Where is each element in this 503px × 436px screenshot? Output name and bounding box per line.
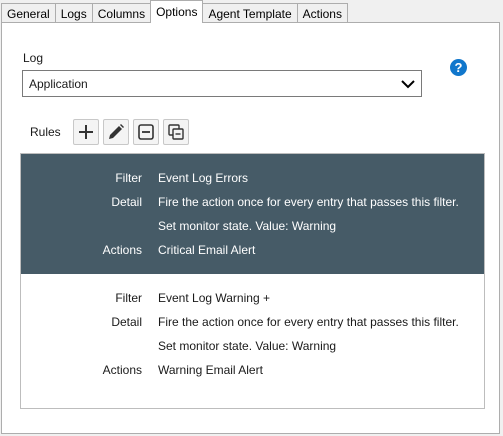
tab-columns[interactable]: Columns [91, 3, 152, 23]
tab-actions[interactable]: Actions [296, 3, 348, 23]
tab-general[interactable]: General [1, 3, 56, 23]
rule-detail-2: Set monitor state. Value: Warning [158, 219, 337, 233]
help-icon[interactable]: ? [450, 59, 467, 76]
rule-item[interactable]: Filter Event Log Warning + Detail Fire t… [21, 274, 484, 394]
rule-filter: Event Log Errors [158, 171, 249, 185]
minus-box-icon [137, 124, 154, 140]
rule-filter: Event Log Warning + [158, 291, 270, 305]
rules-list[interactable]: Filter Event Log Errors Detail Fire the … [20, 153, 485, 409]
log-label: Log [23, 51, 44, 65]
add-rule-button[interactable] [72, 119, 99, 145]
rule-item-selected[interactable]: Filter Event Log Errors Detail Fire the … [21, 154, 484, 274]
tab-strip: General Logs Columns Options Agent Templ… [1, 0, 348, 23]
rule-detail-2: Set monitor state. Value: Warning [158, 339, 337, 353]
copy-rule-button[interactable] [162, 119, 189, 145]
rules-label: Rules [30, 125, 61, 139]
tab-logs[interactable]: Logs [54, 3, 93, 23]
actions-label: Actions [102, 243, 142, 257]
filter-label: Filter [115, 171, 142, 185]
log-dropdown-value: Application [29, 77, 88, 91]
rules-toolbar: Rules [30, 119, 193, 145]
rule-actions: Critical Email Alert [158, 243, 256, 257]
log-dropdown[interactable]: Application [22, 70, 422, 97]
chevron-down-icon [401, 80, 415, 89]
detail-label: Detail [111, 315, 142, 329]
tab-options[interactable]: Options [150, 0, 204, 23]
remove-rule-button[interactable] [132, 119, 159, 145]
tab-agent-template[interactable]: Agent Template [202, 3, 298, 23]
actions-label: Actions [102, 363, 142, 377]
pencil-icon [108, 124, 124, 139]
filter-label: Filter [115, 291, 142, 305]
edit-rule-button[interactable] [102, 119, 129, 145]
options-panel: Log Application ? Rules Filter Event Log… [1, 22, 500, 434]
plus-icon [78, 125, 93, 139]
rule-detail: Fire the action once for every entry tha… [158, 315, 459, 329]
copy-icon [167, 124, 184, 140]
rule-actions: Warning Email Alert [158, 363, 263, 377]
detail-label: Detail [111, 195, 142, 209]
rule-detail: Fire the action once for every entry tha… [158, 195, 459, 209]
